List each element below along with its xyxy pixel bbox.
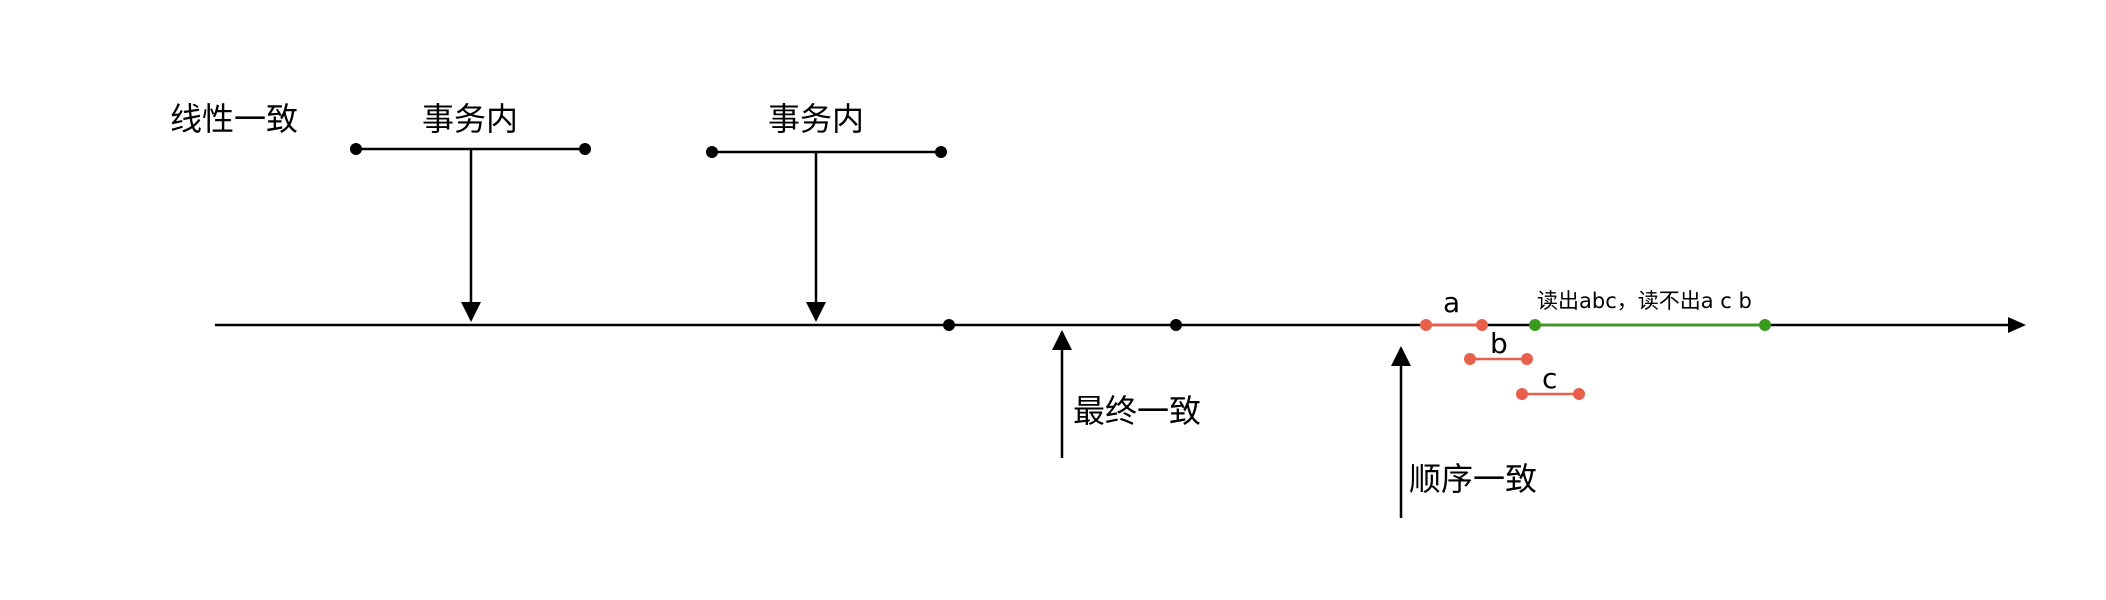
read-segment-end-dot <box>1759 319 1771 331</box>
read-note-label: 读出abc，读不出a c b <box>1537 289 1752 313</box>
transaction-2-label: 事务内 <box>768 100 864 138</box>
timeline-arrowhead <box>2008 317 2026 333</box>
transaction-1-start-dot <box>350 143 362 155</box>
segment-c-start-dot <box>1516 388 1528 400</box>
timeline-dot-1 <box>943 319 955 331</box>
timeline-dot-2 <box>1170 319 1182 331</box>
transaction-1-end-dot <box>579 143 591 155</box>
segment-c-label: c <box>1542 362 1557 395</box>
consistency-timeline-diagram: 线性一致 事务内 事务内 最终一致 顺序一致 a b c 读出abc，读不出a … <box>170 100 2026 518</box>
segment-b-label: b <box>1490 327 1508 360</box>
segment-a-end-dot <box>1476 319 1488 331</box>
linearizable-label: 线性一致 <box>170 100 298 138</box>
segment-c-end-dot <box>1573 388 1585 400</box>
segment-a-start-dot <box>1420 319 1432 331</box>
transaction-1-label: 事务内 <box>422 100 518 138</box>
segment-a-label: a <box>1443 286 1460 319</box>
read-segment-start-dot <box>1529 319 1541 331</box>
transaction-2-start-dot <box>706 146 718 158</box>
segment-b-start-dot <box>1464 353 1476 365</box>
eventual-label: 最终一致 <box>1073 392 1201 430</box>
segment-b-end-dot <box>1521 353 1533 365</box>
sequential-label: 顺序一致 <box>1409 460 1537 498</box>
transaction-2-end-dot <box>935 146 947 158</box>
